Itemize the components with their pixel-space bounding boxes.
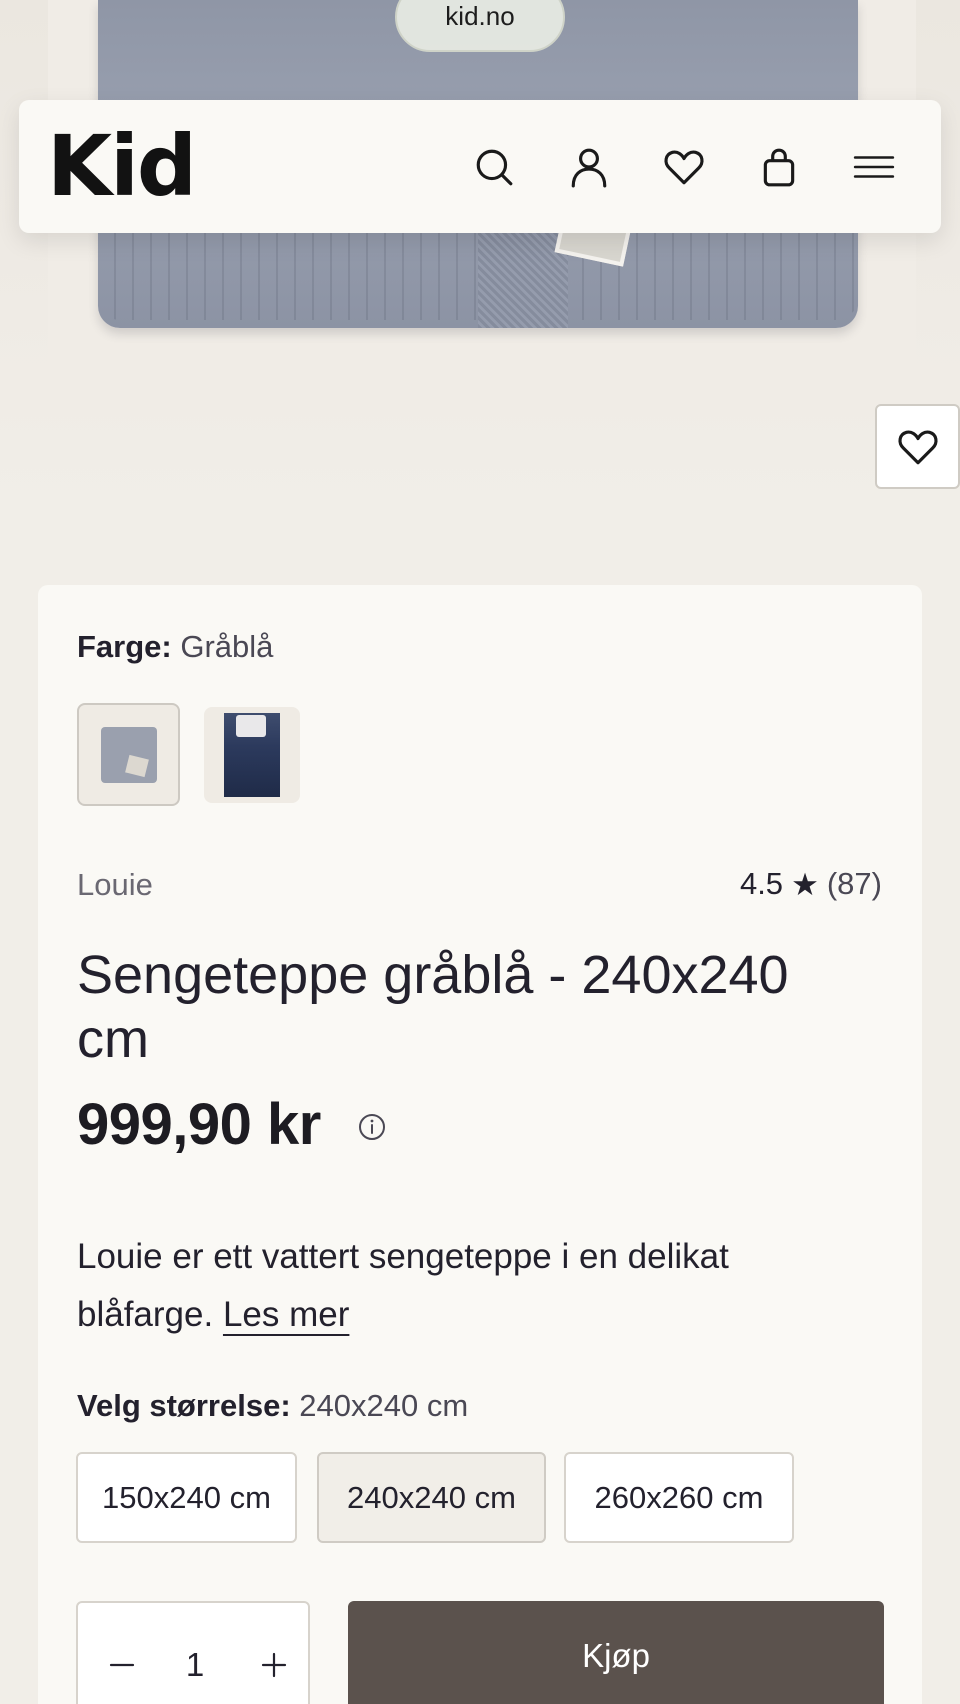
add-to-wishlist-button[interactable] [875, 404, 960, 489]
review-count: (87) [826, 866, 882, 901]
size-value: 240x240 cm [299, 1388, 469, 1423]
star-icon: ★ [791, 866, 819, 902]
size-label: Velg størrelse: [77, 1388, 291, 1423]
increase-quantity-button[interactable] [254, 1645, 294, 1685]
product-price: 999,90 kr [77, 1092, 321, 1157]
browser-url-text: kid.no [445, 1, 515, 31]
product-hero-image: kid.no [0, 0, 960, 520]
product-info-card: Farge: Gråblå Louie 4.5 ★ (87) Sengetepp… [38, 585, 922, 1704]
size-option-150x240[interactable]: 150x240 cm [76, 1452, 297, 1543]
heart-icon [897, 430, 938, 464]
swatch-thumbnail-pillow [236, 715, 266, 737]
heart-icon[interactable] [661, 144, 707, 190]
user-icon[interactable] [566, 144, 612, 190]
color-swatch-dark-blue[interactable] [204, 707, 300, 803]
search-icon[interactable] [471, 144, 517, 190]
description-text: Louie er ett vattert sengeteppe i en del… [77, 1237, 729, 1334]
rating-value: 4.5 [739, 866, 784, 901]
product-description: Louie er ett vattert sengeteppe i en del… [77, 1228, 857, 1344]
color-swatch-grey-blue[interactable] [77, 703, 180, 806]
quantity-stepper: 1 [76, 1601, 310, 1704]
product-rating[interactable]: 4.5 ★ (87) [740, 866, 882, 902]
product-brand[interactable]: Louie [77, 867, 153, 903]
header-icons [19, 100, 941, 233]
bag-icon[interactable] [756, 144, 802, 190]
menu-icon[interactable] [851, 144, 897, 190]
color-selection-label: Farge: Gråblå [77, 629, 273, 665]
browser-url-pill[interactable]: kid.no [395, 0, 565, 52]
info-icon[interactable] [358, 1113, 386, 1141]
minus-icon [109, 1663, 135, 1667]
quantity-value[interactable]: 1 [170, 1645, 220, 1685]
size-option-260x260[interactable]: 260x260 cm [564, 1452, 794, 1543]
read-more-link[interactable]: Les mer [223, 1295, 349, 1334]
size-option-240x240[interactable]: 240x240 cm [317, 1452, 546, 1543]
buy-button[interactable]: Kjøp [348, 1601, 884, 1704]
color-label: Farge: [77, 629, 172, 664]
quilt-ribbon [478, 220, 568, 328]
size-selection-label: Velg størrelse: 240x240 cm [77, 1388, 468, 1424]
plus-icon [261, 1652, 287, 1678]
site-header: Kid [19, 100, 941, 233]
product-title: Sengeteppe gråblå - 240x240 cm [77, 945, 789, 1069]
decrease-quantity-button[interactable] [102, 1645, 142, 1685]
color-value: Gråblå [180, 629, 274, 664]
